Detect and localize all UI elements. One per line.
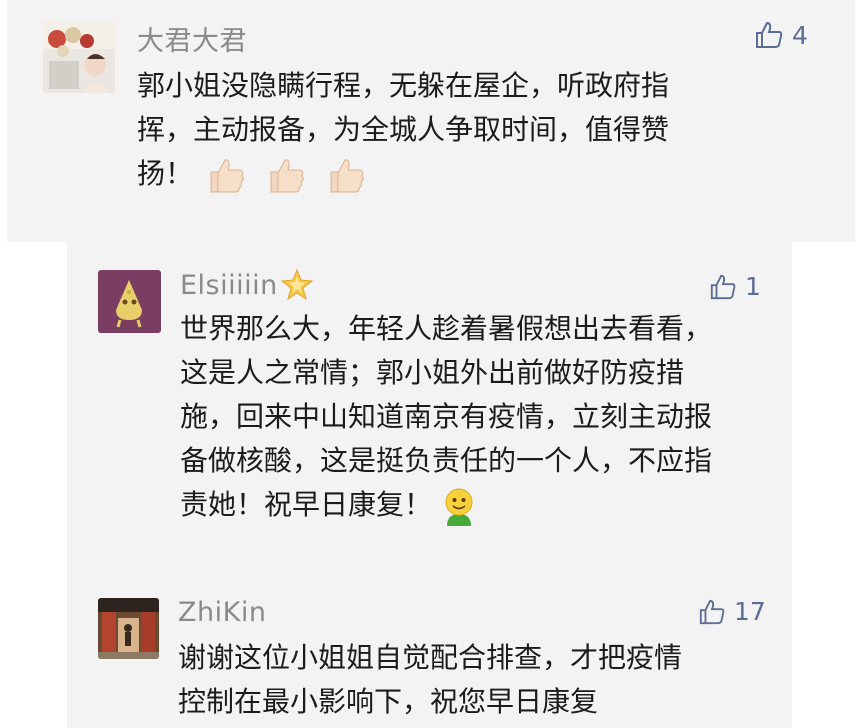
like-count: 4 xyxy=(792,20,808,50)
thumbs-up-outline-icon xyxy=(754,20,784,50)
like-button[interactable]: 1 xyxy=(709,272,761,301)
thumbs-up-emoji-icon xyxy=(327,156,367,194)
comment-line: 扬！ xyxy=(137,157,194,190)
comment-line: 这是人之常情；郭小姐外出前做好防疫措 xyxy=(180,356,685,389)
like-button[interactable]: 4 xyxy=(754,20,808,50)
like-count: 17 xyxy=(734,597,766,626)
comment-line: 控制在最小影响下，祝您早日康复 xyxy=(178,685,599,718)
comment-line: 备做核酸，这是挺负责任的一个人，不应指 xyxy=(180,444,713,477)
thumbs-up-emoji-icon xyxy=(207,156,247,194)
thumbs-up-outline-icon xyxy=(698,598,726,626)
comment-author[interactable]: Elsiiiiin xyxy=(180,270,278,301)
comment-text: 世界那么大，年轻人趁着暑假想出去看看， 这是人之常情；郭小姐外出前做好防疫措 施… xyxy=(180,307,712,527)
smiling-green-face-emoji-icon xyxy=(440,486,478,526)
like-count: 1 xyxy=(745,272,761,301)
comment-line: 谢谢这位小姐姐自觉配合排查，才把疫情 xyxy=(178,641,683,674)
comment-text: 郭小姐没隐瞒行程，无躲在屋企，听政府指 挥，主动报备，为全城人争取时间，值得赞 … xyxy=(137,64,669,196)
avatar-elsiiiiin[interactable] xyxy=(98,270,161,333)
comment-line: 挥，主动报备，为全城人争取时间，值得赞 xyxy=(137,113,670,146)
avatar-zhikin[interactable] xyxy=(98,598,159,659)
avatar-dajun[interactable] xyxy=(43,21,115,93)
comment-author[interactable]: ZhiKin xyxy=(178,597,266,628)
comment-line: 郭小姐没隐瞒行程，无躲在屋企，听政府指 xyxy=(137,69,670,102)
comment-line-group: 扬！ xyxy=(137,152,669,196)
star-badge-icon xyxy=(280,268,314,306)
comment-line: 世界那么大，年轻人趁着暑假想出去看看， xyxy=(180,312,713,345)
comment-line-group: 责她！祝早日康复！ xyxy=(180,483,712,527)
thumbs-up-emoji-icon xyxy=(267,156,307,194)
comment-line: 责她！祝早日康复！ xyxy=(180,488,433,521)
comment-line: 施，回来中山知道南京有疫情，立刻主动报 xyxy=(180,400,713,433)
emoji-row xyxy=(207,156,367,194)
like-button[interactable]: 17 xyxy=(698,597,766,626)
comment-author[interactable]: 大君大君 xyxy=(137,19,247,58)
thumbs-up-outline-icon xyxy=(709,273,737,301)
comment-text: 谢谢这位小姐姐自觉配合排查，才把疫情 控制在最小影响下，祝您早日康复 xyxy=(178,636,682,724)
